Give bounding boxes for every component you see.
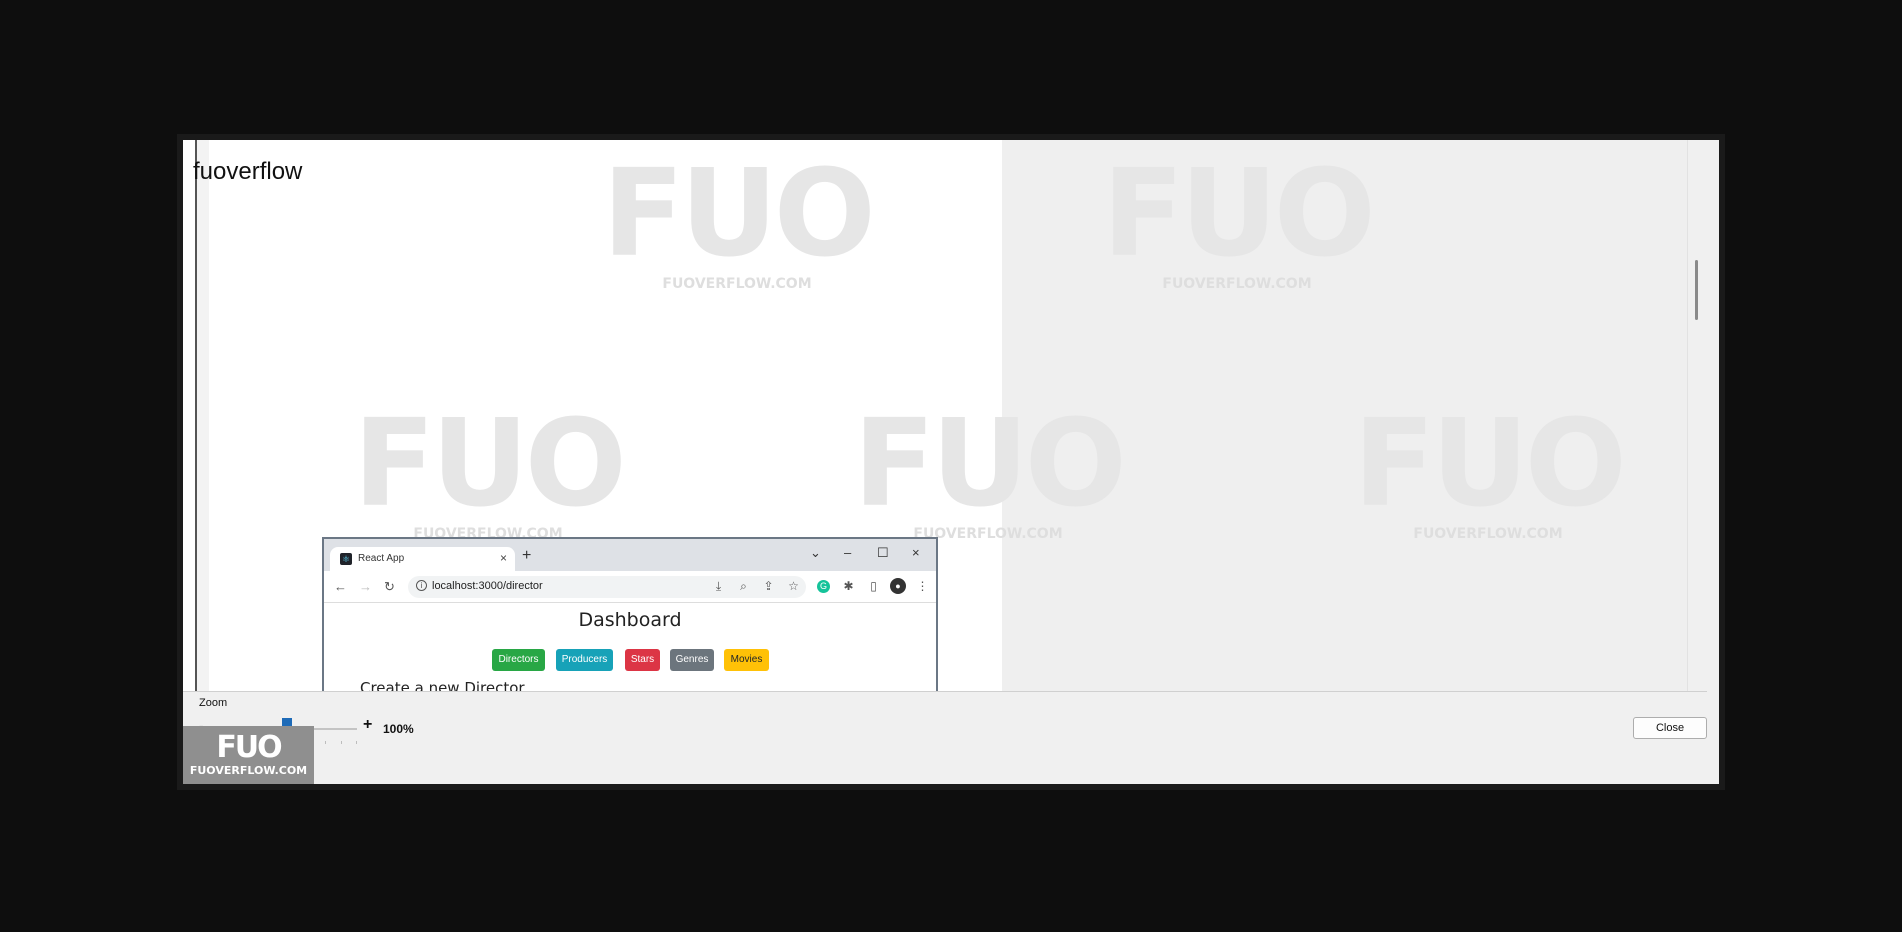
browser-page-content: Dashboard Directors Producers Stars Genr…: [324, 603, 936, 692]
fuoverflow-logo: FUO FUOVERFLOW.COM: [183, 726, 314, 784]
tab-close-icon: ×: [499, 551, 507, 565]
genres-button: Genres: [670, 649, 714, 671]
vertical-scrollbar[interactable]: [1687, 140, 1707, 691]
scrollbar-thumb[interactable]: [1695, 260, 1698, 320]
profile-avatar-icon: ●: [890, 578, 906, 594]
zoom-in-button[interactable]: +: [363, 716, 372, 734]
zoom-label: Zoom: [199, 697, 228, 709]
stars-button: Stars: [625, 649, 660, 671]
browser-tab-title: React App: [358, 553, 405, 564]
directors-button: Directors: [492, 649, 545, 671]
new-tab-icon: +: [522, 547, 532, 564]
left-gutter: [197, 140, 209, 691]
image-viewport[interactable]: FUO FUOVERFLOW.COM FUO FUOVERFLOW.COM FU…: [183, 140, 1707, 692]
minimize-icon: –: [844, 545, 852, 560]
share-icon: ⇪: [763, 579, 774, 593]
close-button[interactable]: Close: [1633, 717, 1707, 739]
back-arrow-icon: ←: [334, 579, 347, 594]
embedded-browser-screenshot: ⚛ React App × + ⌄ – ☐ × ← → ↻ i localhos…: [322, 537, 938, 692]
producers-button: Producers: [556, 649, 613, 671]
maximize-icon: ☐: [877, 545, 889, 560]
watermark: FUO FUOVERFLOW.COM: [1102, 145, 1375, 293]
url-text: localhost:3000/director: [432, 580, 543, 592]
create-director-heading: Create a new Director: [360, 679, 525, 692]
info-icon: i: [416, 580, 427, 591]
browser-address-bar: ← → ↻ i localhost:3000/director ⤓ ⌕ ⇪ ☆ …: [324, 571, 936, 603]
movies-button: Movies: [724, 649, 769, 671]
watermark: FUO FUOVERFLOW.COM: [602, 145, 875, 293]
image-viewer-dialog: FUO FUOVERFLOW.COM FUO FUOVERFLOW.COM FU…: [183, 140, 1719, 784]
install-icon: ⤓: [715, 579, 722, 593]
window-close-icon: ×: [912, 545, 920, 560]
side-panel-icon: ▯: [870, 579, 877, 593]
forward-arrow-icon: →: [359, 579, 372, 594]
dashboard-heading: Dashboard: [578, 609, 682, 631]
kebab-menu-icon: ⋮: [916, 579, 929, 593]
extensions-puzzle-icon: ✱: [843, 579, 854, 593]
watermark: FUO FUOVERFLOW.COM: [353, 395, 626, 543]
zoom-icon: ⌕: [740, 579, 747, 593]
tab-search-icon: ⌄: [810, 545, 821, 560]
site-title: fuoverflow: [193, 158, 303, 185]
grammarly-icon: G: [817, 580, 830, 593]
browser-tab-bar: ⚛ React App × + ⌄ – ☐ ×: [324, 539, 936, 571]
watermark: FUO FUOVERFLOW.COM: [1353, 395, 1626, 543]
react-favicon-icon: ⚛: [340, 553, 352, 565]
zoom-value: 100%: [383, 722, 414, 736]
watermark: FUO FUOVERFLOW.COM: [853, 395, 1126, 543]
reload-icon: ↻: [384, 579, 395, 594]
bookmark-star-icon: ☆: [788, 579, 799, 593]
browser-tab: ⚛ React App ×: [330, 547, 515, 571]
